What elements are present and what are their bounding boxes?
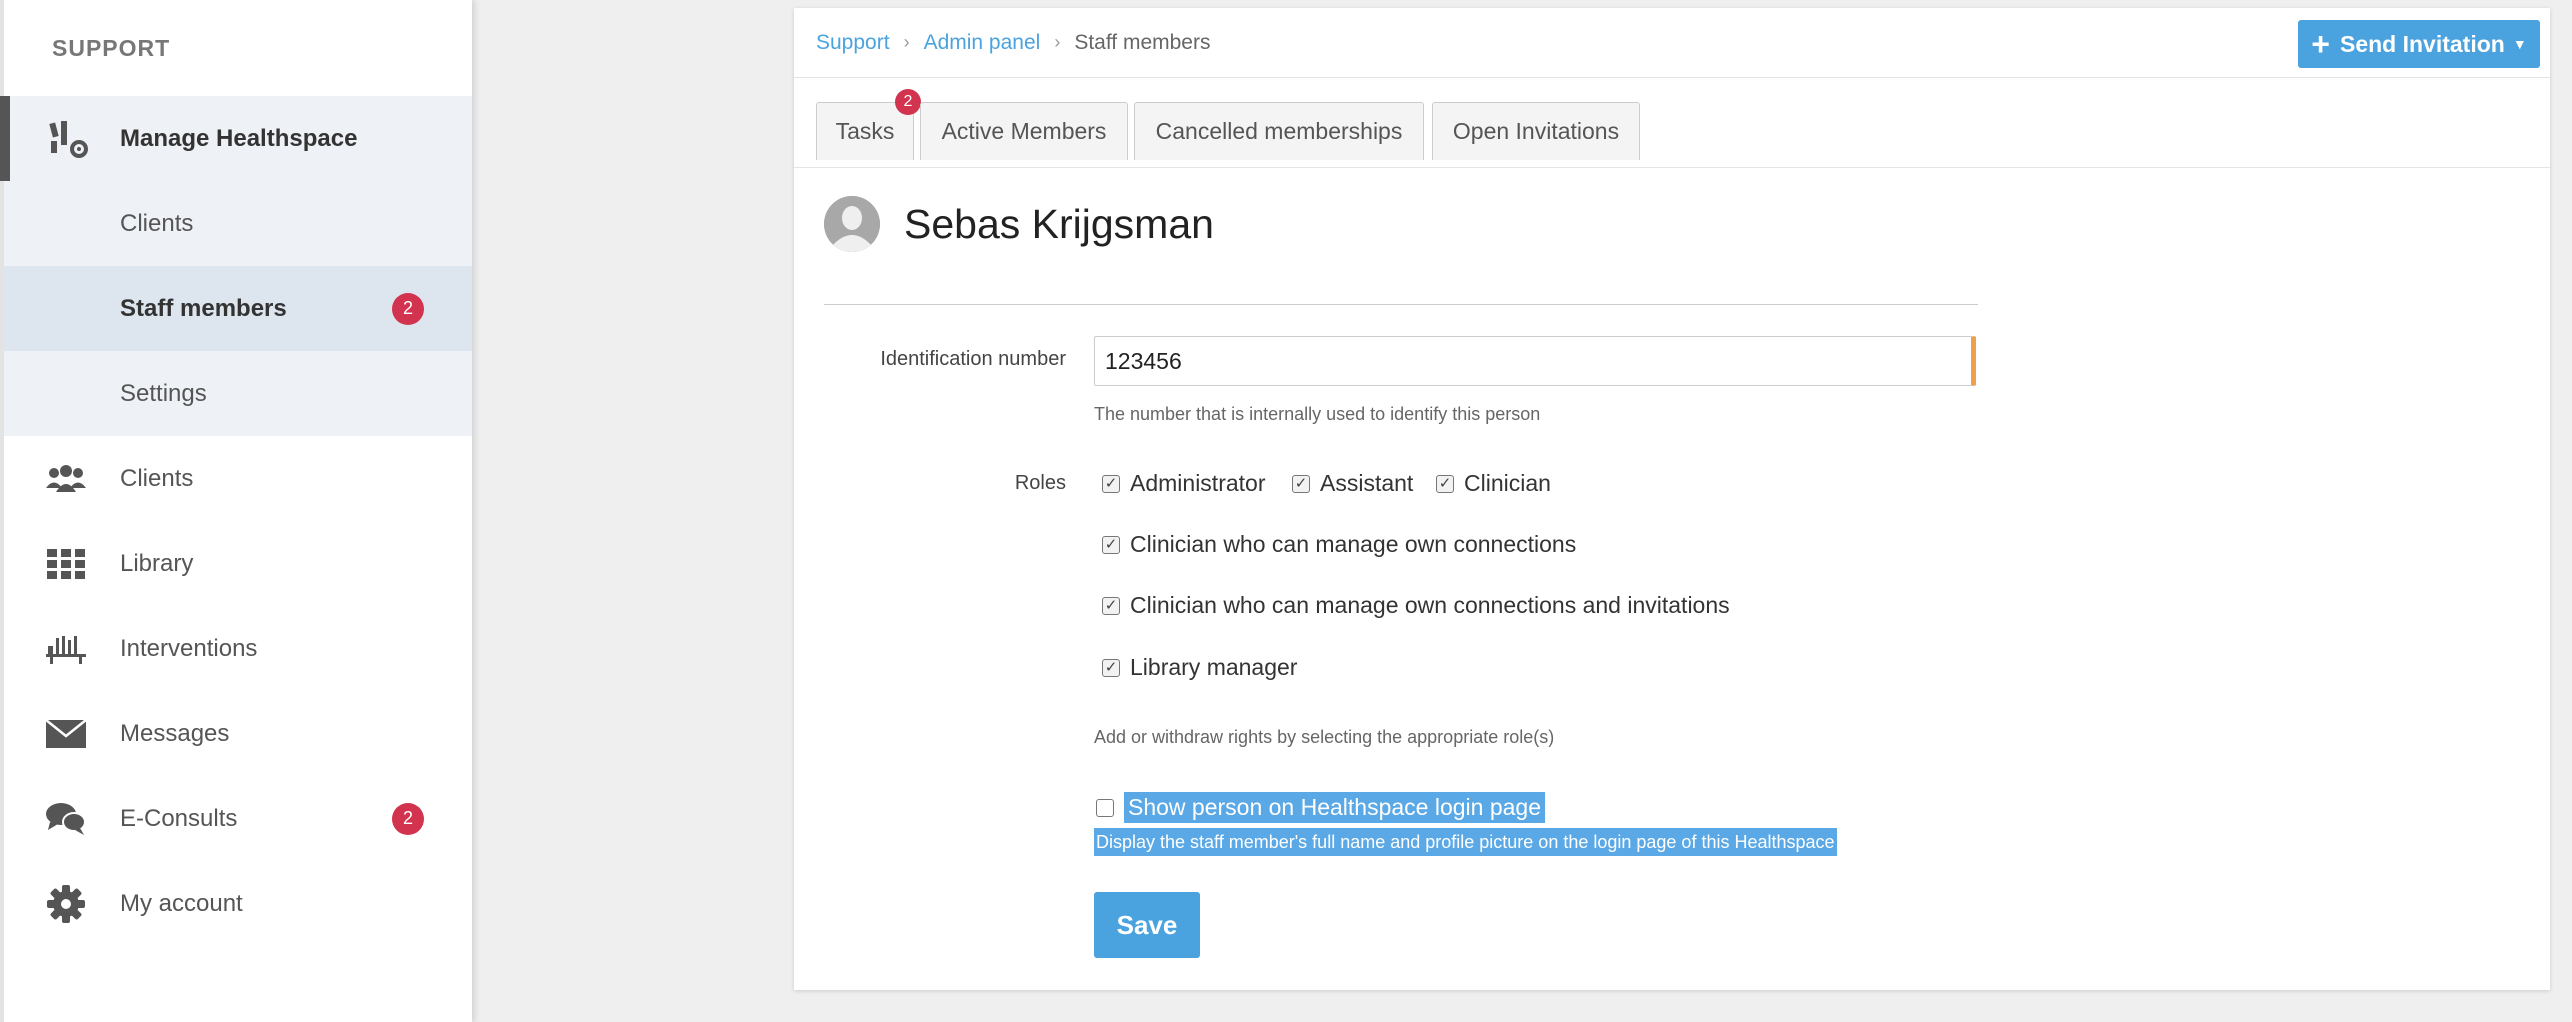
role-clinician-checkbox[interactable]: Clinician (1436, 470, 1551, 497)
sidebar-section-title: SUPPORT (52, 34, 171, 61)
sidebar-subitem-clients[interactable]: Clients (4, 181, 472, 266)
sidebar-item-library[interactable]: Library (4, 521, 472, 606)
person-name: Sebas Krijgsman (904, 200, 1214, 247)
avatar (824, 196, 880, 252)
tab-open-invitations[interactable]: Open Invitations (1432, 102, 1640, 160)
send-invitation-label: Send Invitation (2339, 30, 2505, 57)
role-label: Clinician who can manage own connections… (1130, 592, 1730, 618)
sidebar-item-e-consults[interactable]: E-Consults 2 (4, 776, 472, 861)
identification-number-label: Identification number (880, 348, 1066, 370)
sidebar-subitem-staff-members[interactable]: Staff members 2 (4, 266, 472, 351)
role-label: Assistant (1320, 470, 1414, 496)
save-button[interactable]: Save (1094, 892, 1200, 958)
sidebar-item-label: Settings (120, 379, 207, 407)
show-on-login-checkbox[interactable]: Show person on Healthspace login page (1096, 792, 1546, 823)
plus-icon: + (2311, 26, 2330, 62)
sidebar-item-label: Manage Healthspace (120, 124, 358, 152)
identification-number-input[interactable] (1094, 336, 1976, 386)
chat-icon (4, 802, 120, 836)
role-administrator-checkbox[interactable]: Administrator (1102, 470, 1265, 497)
library-icon (4, 548, 120, 579)
sidebar-item-manage-healthspace[interactable]: Manage Healthspace (0, 96, 472, 181)
user-silhouette-icon (824, 196, 880, 252)
checkbox-unchecked-icon (1096, 798, 1114, 817)
sidebar-group-manage: Manage Healthspace Clients Staff members… (0, 96, 472, 436)
show-on-login-help: Display the staff member's full name and… (1094, 828, 1837, 856)
checkbox-checked-icon (1102, 596, 1120, 615)
sidebar-item-label: Interventions (120, 634, 258, 662)
checkbox-checked-icon (1436, 474, 1454, 493)
checkbox-checked-icon (1102, 535, 1120, 554)
sidebar-item-label: Clients (120, 464, 194, 492)
breadcrumb: Support › Admin panel › Staff members (816, 31, 1210, 55)
role-clinician-own-connections-checkbox[interactable]: Clinician who can manage own connections (1102, 531, 1576, 558)
checkbox-checked-icon (1102, 658, 1120, 677)
sidebar-item-label: Clients (120, 209, 194, 237)
show-on-login-help-text: Display the staff member's full name and… (1094, 828, 1837, 856)
role-library-manager-checkbox[interactable]: Library manager (1102, 654, 1297, 681)
gear-icon (4, 884, 120, 923)
count-badge: 2 (392, 802, 424, 835)
sidebar-item-interventions[interactable]: Interventions (4, 606, 472, 691)
role-assistant-checkbox[interactable]: Assistant (1292, 470, 1413, 497)
identification-number-help: The number that is internally used to id… (1094, 404, 1541, 424)
breadcrumb-link-admin-panel[interactable]: Admin panel (924, 31, 1041, 55)
checkbox-checked-icon (1292, 474, 1310, 493)
tab-label: Tasks (835, 118, 895, 144)
clients-icon (4, 464, 120, 494)
roles-label: Roles (1014, 472, 1066, 494)
tab-label: Open Invitations (1452, 118, 1620, 144)
sidebar-item-label: Staff members (120, 294, 287, 322)
sidebar-item-my-account[interactable]: My account (4, 861, 472, 946)
sidebar: SUPPORT Manage Healthspace Clients Staff… (0, 0, 472, 1022)
count-badge: 2 (392, 292, 424, 325)
role-label: Library manager (1130, 654, 1298, 680)
manage-healthspace-icon (10, 117, 120, 161)
role-clinician-own-connections-invitations-checkbox[interactable]: Clinician who can manage own connections… (1102, 592, 1730, 619)
tab-label: Cancelled memberships (1155, 118, 1403, 144)
sidebar-item-messages[interactable]: Messages (4, 691, 472, 776)
sidebar-item-clients[interactable]: Clients (4, 436, 472, 521)
checkbox-checked-icon (1102, 474, 1120, 493)
count-badge: 2 (895, 89, 921, 115)
role-label: Administrator (1130, 470, 1266, 496)
tab-label: Active Members (941, 118, 1107, 144)
sidebar-item-label: Messages (120, 719, 230, 747)
breadcrumb-bar: Support › Admin panel › Staff members + … (794, 8, 2550, 78)
person-header: Sebas Krijgsman (824, 196, 1214, 252)
tab-tasks[interactable]: Tasks 2 (816, 89, 921, 160)
sidebar-item-label: My account (120, 889, 243, 917)
sidebar-subitem-settings[interactable]: Settings (4, 351, 472, 436)
roles-help: Add or withdraw rights by selecting the … (1094, 727, 1555, 747)
interventions-icon (4, 634, 120, 664)
sidebar-item-label: E-Consults (120, 804, 238, 832)
role-label: Clinician who can manage own connections (1130, 531, 1577, 557)
tab-cancelled-memberships[interactable]: Cancelled memberships (1134, 102, 1424, 160)
breadcrumb-link-support[interactable]: Support (816, 31, 890, 55)
chevron-right-icon: › (903, 32, 910, 52)
tab-active-members[interactable]: Active Members (920, 102, 1128, 160)
chevron-right-icon: › (1054, 32, 1061, 52)
show-on-login-label: Show person on Healthspace login page (1124, 792, 1546, 823)
envelope-icon (4, 719, 120, 748)
caret-down-icon: ▼ (2512, 36, 2527, 52)
sidebar-item-label: Library (120, 549, 194, 577)
role-label: Clinician (1464, 470, 1551, 496)
send-invitation-button[interactable]: + Send Invitation ▼ (2298, 20, 2540, 68)
breadcrumb-current: Staff members (1074, 30, 1211, 54)
divider (824, 304, 1978, 305)
